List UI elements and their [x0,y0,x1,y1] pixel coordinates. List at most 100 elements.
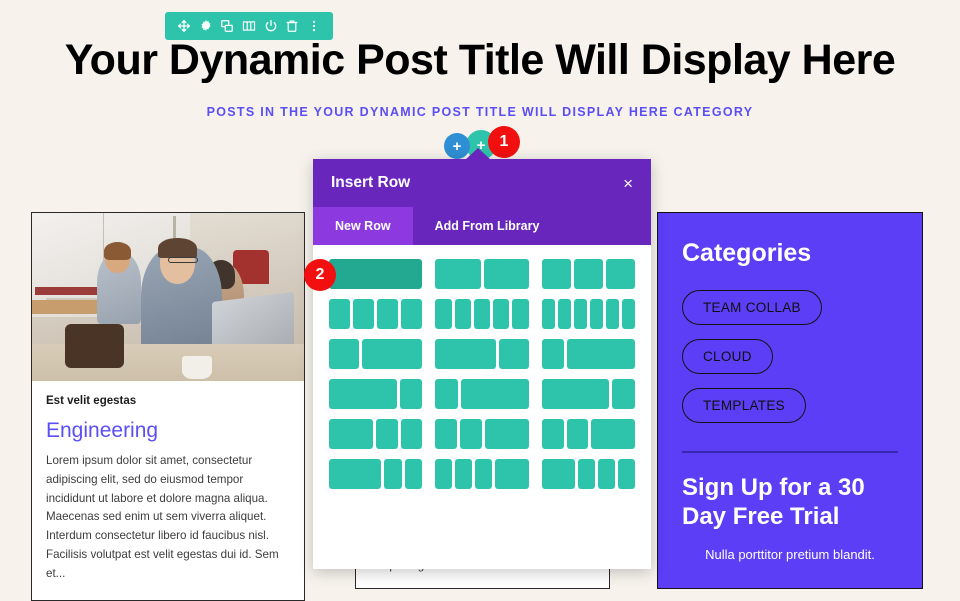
step-badge-2-wrap: 2 [304,259,336,291]
layout-column [541,339,565,369]
layout-5-col[interactable] [435,299,529,329]
layout-column [573,299,587,329]
gear-icon[interactable] [198,19,213,34]
layout-column [621,299,636,329]
layout-column [399,379,423,409]
layout-column [598,459,616,489]
layout-column [567,339,636,369]
modal-title: Insert Row [331,174,411,191]
layout-column [435,339,496,369]
layout-3-col[interactable] [541,259,635,289]
layout-column [512,299,529,329]
layout-column [435,459,453,489]
module-toolbar[interactable] [165,12,333,40]
layout-1-1-1-2[interactable] [435,459,529,489]
layout-column [329,339,360,369]
post-title-link[interactable]: Engineering [46,419,290,442]
layout-column [541,419,564,449]
category-pill-cloud[interactable]: CLOUD [682,339,773,374]
layout-column [377,299,399,329]
layout-column [353,299,375,329]
layout-column [605,259,635,289]
post-meta: Est velit egestas [46,395,137,407]
page-subtitle: POSTS IN THE YOUR DYNAMIC POST TITLE WIL… [206,105,754,119]
layout-column [566,419,589,449]
layout-column [435,379,458,409]
signup-subtext: Nulla porttitor pretium blandit. [705,547,875,563]
layout-column [329,459,382,489]
trash-icon[interactable] [285,19,300,34]
layout-column [605,299,619,329]
post-excerpt: Lorem ipsum dolor sit amet, consectetur … [46,454,279,580]
power-icon[interactable] [263,19,278,34]
layout-column [557,299,571,329]
post-card[interactable]: Est velit egestas Engineering Lorem ipsu… [31,212,305,601]
layout-column [591,419,636,449]
layout-column [362,339,423,369]
layout-column [483,259,529,289]
layout-column [541,379,610,409]
insert-row-modal: Insert Row × New Row Add From Library [313,148,651,569]
step-badge-2: 2 [304,259,336,291]
duplicate-icon[interactable] [220,19,235,34]
layout-column [473,299,491,329]
layout-column [455,459,473,489]
category-pill-templates[interactable]: TEMPLATES [682,388,806,423]
sidebar-divider [682,451,898,453]
signup-heading: Sign Up for a 30 Day Free Trial [682,473,865,530]
layout-1-col[interactable] [329,259,423,289]
layout-3-1-1[interactable] [329,459,423,489]
layout-column [384,459,402,489]
more-options-icon[interactable] [307,19,322,34]
layout-column [401,299,423,329]
layout-3-1[interactable] [329,379,423,409]
layout-1-3b[interactable] [435,379,529,409]
layout-2-1-1[interactable] [329,419,423,449]
layout-column [612,379,636,409]
layout-column [460,419,482,449]
layout-column [329,419,373,449]
layout-1-1-2b[interactable] [541,419,636,449]
layout-1-2[interactable] [329,339,423,369]
close-icon[interactable]: × [623,175,633,192]
layout-column [578,459,596,489]
sidebar: Categories TEAM COLLAB CLOUD TEMPLATES S… [657,212,923,589]
move-icon[interactable] [176,19,191,34]
layout-2-1[interactable] [435,339,529,369]
columns-icon[interactable] [241,19,256,34]
layout-column [498,339,529,369]
layout-column [541,459,576,489]
layout-4-col[interactable] [329,299,423,329]
layout-column [541,259,571,289]
layout-column [475,459,492,489]
layout-column [454,299,471,329]
category-list: TEAM COLLAB CLOUD TEMPLATES [682,290,898,437]
layout-column [404,459,423,489]
layout-column [375,419,398,449]
categories-heading: Categories [682,239,812,267]
layout-column [460,379,529,409]
layout-2-1-1-1[interactable] [541,459,636,489]
row-layout-grid [313,245,651,501]
layout-column [329,259,423,289]
page-title: Your Dynamic Post Title Will Display Her… [64,36,896,84]
post-thumbnail-image [32,213,304,381]
layout-column [573,259,603,289]
modal-pointer-arrow [465,148,491,160]
layout-6-col[interactable] [541,299,636,329]
tab-add-from-library[interactable]: Add From Library [413,207,562,245]
layout-3-1b[interactable] [541,379,636,409]
modal-header: Insert Row × [313,159,651,207]
step-badge-1: 1 [488,126,520,158]
tab-new-row[interactable]: New Row [313,207,413,245]
layout-column [618,459,636,489]
layout-column [329,379,397,409]
modal-tabs: New Row Add From Library [313,207,651,245]
layout-column [435,299,452,329]
layout-column [493,299,510,329]
layout-1-1-2[interactable] [435,419,529,449]
layout-2-col[interactable] [435,259,529,289]
category-pill-team-collab[interactable]: TEAM COLLAB [682,290,822,325]
layout-column [589,299,603,329]
layout-1-3[interactable] [541,339,636,369]
